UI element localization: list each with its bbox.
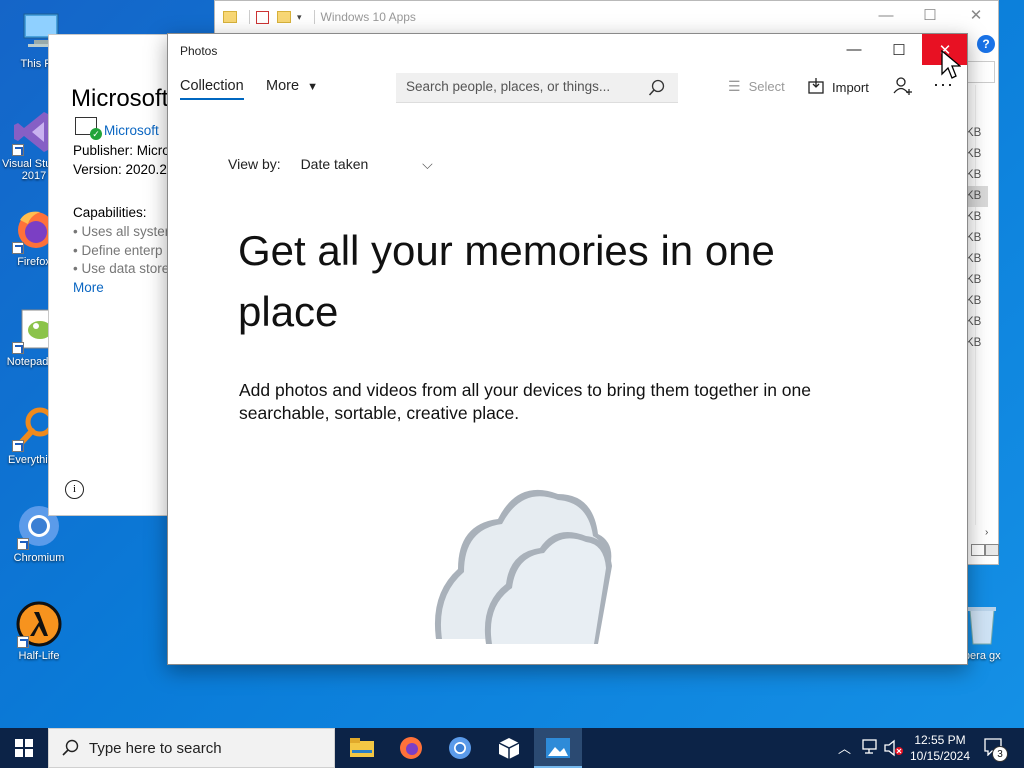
windows-logo-icon [15,739,33,757]
desktop-icon-label: Chromium [13,552,65,564]
app-info-window[interactable]: Microsoft ✓ Microsoft Publisher: Micro V… [48,34,170,516]
action-center-button[interactable]: 3 [984,738,1008,762]
file-size-cell: KB [966,169,982,181]
taskbar-file-explorer[interactable] [338,728,386,768]
file-size-cell: KB [966,186,988,207]
taskbar-firefox[interactable] [387,728,435,768]
version-text: Version: 2020.2 [73,162,167,177]
system-clock[interactable]: 12:55 PM 10/15/2024 [900,732,980,764]
customize-quick-access-icon[interactable]: ▾ [297,12,302,23]
desktop-icon-half-life[interactable]: Half-Life [1,600,77,662]
explorer-minimize-button[interactable]: — [863,5,909,27]
page-headline: Get all your memories in one place [238,227,775,335]
taskbar: Type here to search ︿ 12:55 PM 10/15/202… [0,728,1024,768]
publisher-text: Publisher: Micro [73,143,170,158]
file-size-cell: KB [966,337,982,349]
window-title: Photos [180,44,218,58]
file-size-cell: KB [966,253,982,265]
file-size-cell: KB [966,316,982,328]
verified-check-icon: ✓ [90,128,102,140]
more-link[interactable]: More [73,280,104,295]
publisher-link[interactable]: Microsoft [104,123,159,138]
half-life-lambda-icon [15,600,63,648]
info-icon[interactable]: i [65,480,84,499]
folder-icon [350,738,374,757]
start-button[interactable] [0,728,48,768]
search-icon[interactable] [648,79,666,100]
shortcut-arrow-icon [12,342,24,354]
shortcut-arrow-icon [17,538,29,550]
desktop-icon-label: Firefox [17,256,51,268]
tab-collection[interactable]: Collection [180,78,244,100]
tab-more-label: More [266,78,300,94]
tab-more[interactable]: More ▼ [266,78,318,94]
page-description: Add photos and videos from all your devi… [239,380,812,423]
explorer-maximize-button[interactable]: ☐ [907,5,953,27]
maximize-button[interactable]: ☐ [876,34,922,65]
taskbar-package-app[interactable] [485,728,533,768]
package-box-icon [498,738,520,759]
view-by-row: View by: Date taken ⌵ [228,156,433,173]
view-by-value: Date taken [300,156,369,172]
network-icon[interactable] [862,739,880,760]
select-list-icon: ☰ [728,78,741,94]
shortcut-arrow-icon [12,144,24,156]
chevron-down-icon: ▼ [307,81,318,93]
notification-badge: 3 [992,746,1008,762]
capability-item: • Use data store [73,261,170,276]
clock-date: 10/15/2024 [909,749,971,763]
cloud-illustration-icon [428,474,618,649]
photos-icon [546,738,570,758]
import-label: Import [832,80,869,95]
app-store-icon: ✓ [75,117,102,140]
taskbar-search-box[interactable]: Type here to search [48,728,335,768]
view-by-label: View by: [228,156,281,172]
view-toggle-details-icon[interactable] [971,544,985,556]
file-size-cell: KB [966,274,982,286]
taskbar-photos[interactable] [534,728,582,768]
file-size-cell: KB [966,127,982,139]
mouse-cursor-icon [941,49,962,85]
view-by-dropdown[interactable]: Date taken ⌵ [301,156,433,172]
chevron-down-icon: ⌵ [422,156,433,172]
clock-time: 12:55 PM [914,733,966,747]
add-person-icon[interactable] [893,76,913,101]
capabilities-heading: Capabilities: [73,205,147,220]
select-label: Select [748,79,785,94]
taskbar-search-placeholder: Type here to search [89,739,222,757]
file-size-cell: KB [966,295,982,307]
minimize-button[interactable]: — [831,34,877,65]
firefox-icon [400,737,422,759]
explorer-close-button[interactable]: ✕ [953,5,999,27]
file-size-cell: KB [966,148,982,160]
properties-icon[interactable] [256,10,269,24]
shortcut-arrow-icon [12,242,24,254]
file-size-cell: KB [966,232,982,244]
show-hidden-icons-button[interactable]: ︿ [838,738,851,757]
folder-icon[interactable] [223,11,237,23]
chromium-icon [449,737,471,759]
desktop-icon-label: Half-Life [18,650,60,662]
explorer-search-box[interactable] [967,61,995,83]
capability-item: • Uses all syster [73,224,170,239]
shortcut-arrow-icon [17,636,29,648]
new-folder-icon[interactable] [277,11,291,23]
photos-window[interactable]: Photos — ☐ ✕ Collection More ▼ Search pe… [167,33,968,665]
select-button[interactable]: ☰ Select [728,78,785,95]
scroll-right-arrow-icon[interactable]: › [985,527,988,538]
view-toggle-tiles-icon[interactable] [985,544,999,556]
file-size-column: KB KB KB KB KB KB KB KB KB KB KB [966,123,988,354]
taskbar-chromium[interactable] [436,728,484,768]
search-icon [62,739,79,756]
search-input[interactable]: Search people, places, or things... [396,73,678,103]
help-icon[interactable]: ? [977,35,995,53]
import-icon [808,78,824,97]
app-title: Microsoft [71,85,169,112]
import-button[interactable]: Import [808,78,869,97]
capability-item: • Define enterp [73,243,163,258]
file-size-cell: KB [966,211,982,223]
search-placeholder: Search people, places, or things... [406,79,611,94]
shortcut-arrow-icon [12,440,24,452]
explorer-title: Windows 10 Apps [320,10,416,24]
